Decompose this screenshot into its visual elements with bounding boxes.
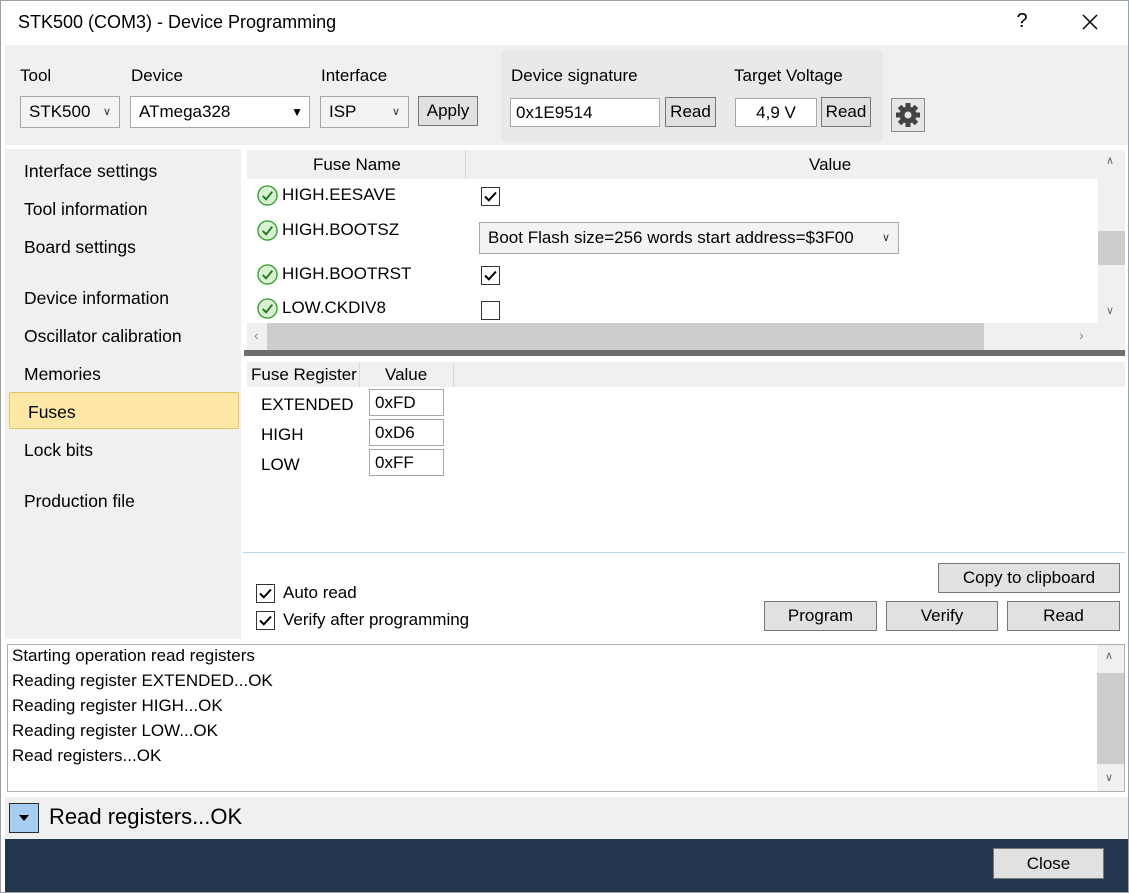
register-low-input[interactable]: 0xFF [369, 449, 444, 476]
settings-button[interactable] [891, 98, 925, 132]
fuse-grid-vscrollbar[interactable]: ∧ ∨ [1098, 150, 1125, 323]
log-line: Read registers...OK [12, 746, 162, 765]
tool-label: Tool [20, 66, 52, 85]
title-bar: STK500 (COM3) - Device Programming ? [1, 1, 1128, 45]
voltage-read-button[interactable]: Read [821, 97, 871, 127]
interface-label: Interface [321, 66, 388, 85]
fuse-ckdiv8-checkbox[interactable] [481, 301, 500, 320]
ok-check-icon [257, 185, 278, 206]
sidebar-item-lock-bits[interactable]: Lock bits [24, 440, 93, 461]
hscroll-thumb[interactable] [267, 323, 984, 350]
close-icon[interactable] [1077, 9, 1103, 35]
checkmark-icon [259, 615, 272, 626]
status-text: Read registers...OK [49, 804, 243, 829]
scroll-up-icon[interactable]: ∧ [1106, 154, 1114, 167]
chevron-down-icon: ∨ [391, 106, 400, 118]
sidebar-item-interface-settings[interactable]: Interface settings [24, 161, 157, 182]
log-vscrollbar[interactable]: ∧ ∨ [1097, 645, 1124, 791]
log-line: Reading register EXTENDED...OK [12, 671, 273, 690]
fuse-grid-hscrollbar[interactable]: ‹ › [247, 323, 1125, 350]
sidebar-item-tool-information[interactable]: Tool information [24, 199, 148, 220]
signature-read-button[interactable]: Read [665, 97, 716, 127]
status-expand-button[interactable] [9, 803, 39, 833]
interface-select-value: ISP [329, 102, 357, 121]
register-grid-header: Fuse Register Value [247, 362, 1125, 387]
log-vscroll-thumb[interactable] [1097, 673, 1124, 764]
register-column-divider [453, 362, 454, 387]
fuse-row-name: HIGH.BOOTRST [282, 264, 412, 283]
device-select[interactable]: ATmega328 ▼ [130, 96, 310, 128]
device-select-value: ATmega328 [139, 102, 231, 121]
fuse-bootrst-checkbox[interactable] [481, 266, 500, 285]
verify-after-programming-checkbox[interactable] [256, 611, 275, 630]
sidebar-item-fuses[interactable]: Fuses [28, 402, 76, 423]
program-button[interactable]: Program [764, 601, 877, 631]
footer-bar [5, 839, 1128, 892]
tool-select[interactable]: STK500 ∨ [20, 96, 120, 128]
scroll-right-icon[interactable]: › [1079, 327, 1084, 343]
device-label: Device [131, 66, 183, 85]
fuse-value-header[interactable]: Value [809, 155, 851, 175]
signature-field[interactable]: 0x1E9514 [510, 98, 660, 127]
fuse-row-name: HIGH.BOOTSZ [282, 220, 400, 239]
sidebar-item-board-settings[interactable]: Board settings [24, 237, 136, 258]
scroll-down-icon[interactable]: ∨ [1105, 771, 1113, 784]
ok-check-icon [257, 264, 278, 285]
fuse-bootsz-value: Boot Flash size=256 words start address=… [488, 228, 854, 247]
sidebar-item-production-file[interactable]: Production file [24, 491, 135, 512]
register-name-header[interactable]: Fuse Register [251, 365, 357, 385]
vscroll-thumb[interactable] [1098, 231, 1125, 265]
help-button[interactable]: ? [1012, 10, 1032, 33]
sidebar-item-oscillator-calibration[interactable]: Oscillator calibration [24, 326, 182, 347]
ok-check-icon [257, 220, 278, 241]
fuse-row-name: LOW.CKDIV8 [282, 298, 386, 317]
interface-select[interactable]: ISP ∨ [320, 96, 409, 128]
scroll-up-icon[interactable]: ∧ [1105, 649, 1113, 662]
voltage-field[interactable]: 4,9 V [735, 98, 817, 127]
checkmark-icon [484, 191, 497, 202]
auto-read-label: Auto read [283, 583, 357, 602]
fuse-eesave-checkbox[interactable] [481, 187, 500, 206]
tool-select-value: STK500 [29, 102, 91, 121]
copy-to-clipboard-button[interactable]: Copy to clipboard [938, 563, 1120, 593]
log-line: Reading register LOW...OK [12, 721, 218, 740]
auto-read-checkbox[interactable] [256, 584, 275, 603]
fuse-row-name: HIGH.EESAVE [282, 185, 396, 204]
panel-splitter[interactable] [244, 350, 1125, 356]
close-button[interactable]: Close [993, 848, 1104, 879]
fuse-grid-header: Fuse Name Value [247, 150, 1098, 179]
chevron-down-icon: ∨ [881, 232, 890, 244]
signature-label: Device signature [511, 66, 638, 85]
verify-button[interactable]: Verify [886, 601, 998, 631]
sidebar-item-device-information[interactable]: Device information [24, 288, 169, 309]
sidebar-item-memories[interactable]: Memories [24, 364, 101, 385]
register-name: LOW [261, 455, 300, 474]
read-button[interactable]: Read [1007, 601, 1120, 631]
scroll-down-icon[interactable]: ∨ [1106, 304, 1114, 317]
register-name: HIGH [261, 425, 304, 444]
log-line: Reading register HIGH...OK [12, 696, 223, 715]
register-extended-input[interactable]: 0xFD [369, 389, 444, 416]
output-log[interactable]: Starting operation read registers Readin… [7, 644, 1125, 792]
register-value-header[interactable]: Value [385, 365, 427, 385]
gear-icon [896, 103, 920, 127]
chevron-down-icon: ∨ [102, 106, 111, 118]
fuse-name-header[interactable]: Fuse Name [313, 155, 401, 175]
checkmark-icon [259, 588, 272, 599]
register-high-input[interactable]: 0xD6 [369, 419, 444, 446]
log-line: Starting operation read registers [12, 646, 255, 665]
scroll-left-icon[interactable]: ‹ [254, 327, 259, 343]
expand-arrow-icon [19, 815, 29, 821]
apply-button[interactable]: Apply [418, 96, 478, 126]
fuse-bootsz-select[interactable]: Boot Flash size=256 words start address=… [479, 222, 899, 254]
checkmark-icon [484, 270, 497, 281]
device-programming-window: STK500 (COM3) - Device Programming ? Too… [0, 0, 1129, 893]
signature-panel [501, 50, 883, 142]
register-name: EXTENDED [261, 395, 354, 414]
window-title: STK500 (COM3) - Device Programming [18, 12, 337, 32]
ok-check-icon [257, 298, 278, 319]
voltage-label: Target Voltage [734, 66, 843, 85]
verify-after-programming-label: Verify after programming [283, 610, 470, 629]
dropdown-arrow-icon: ▼ [291, 105, 303, 119]
